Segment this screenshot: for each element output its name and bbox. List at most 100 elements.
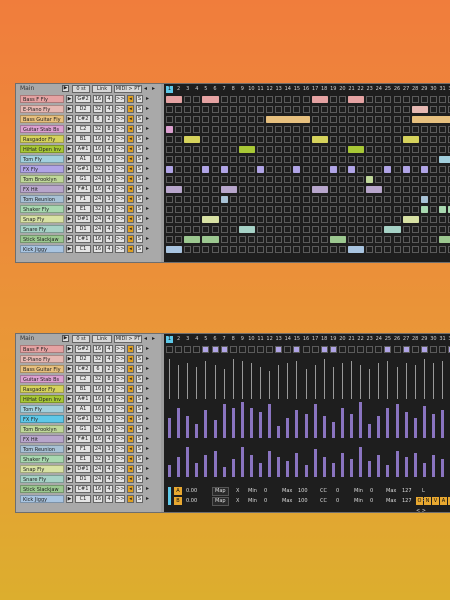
step-cell[interactable] bbox=[384, 156, 392, 163]
step-cell[interactable] bbox=[229, 96, 237, 103]
step-number[interactable]: 1 bbox=[166, 86, 173, 93]
step-cell[interactable] bbox=[175, 236, 183, 243]
step-cell[interactable] bbox=[293, 226, 301, 233]
step-cell[interactable] bbox=[293, 176, 301, 183]
step-cell[interactable] bbox=[429, 136, 437, 143]
step-cell[interactable] bbox=[238, 186, 246, 193]
step-cell[interactable] bbox=[184, 126, 192, 133]
row-arrow-icon[interactable]: ▸ bbox=[146, 485, 149, 493]
step-cell[interactable] bbox=[366, 346, 374, 353]
step-cell[interactable] bbox=[211, 176, 219, 183]
mode-field[interactable]: >> bbox=[115, 235, 125, 243]
step-cell[interactable] bbox=[411, 176, 419, 183]
min-value-2[interactable]: 0 bbox=[370, 487, 373, 496]
step-cell[interactable] bbox=[220, 146, 228, 153]
step-cell[interactable] bbox=[357, 176, 365, 183]
step-cell[interactable] bbox=[311, 206, 319, 213]
step-cell[interactable] bbox=[384, 236, 392, 243]
step-cell[interactable] bbox=[366, 246, 374, 253]
step-cell[interactable] bbox=[329, 206, 337, 213]
mode-field[interactable]: >> bbox=[115, 465, 125, 473]
note-block[interactable] bbox=[384, 166, 392, 173]
min-value-2[interactable]: 0 bbox=[370, 497, 373, 506]
mode-field[interactable]: >> bbox=[115, 395, 125, 403]
mode-field[interactable]: >> bbox=[115, 215, 125, 223]
probability-line[interactable] bbox=[278, 365, 280, 399]
note-field[interactable]: C#2 bbox=[75, 115, 91, 123]
note-block[interactable] bbox=[411, 116, 450, 123]
step-cell[interactable] bbox=[202, 156, 210, 163]
note-field[interactable]: A#1 bbox=[75, 145, 91, 153]
note-block[interactable] bbox=[257, 166, 265, 173]
step-cell[interactable] bbox=[193, 156, 201, 163]
step-cell[interactable] bbox=[229, 216, 237, 223]
velocity-bar-2[interactable] bbox=[413, 453, 417, 477]
step-cell[interactable] bbox=[275, 246, 283, 253]
step-cell[interactable] bbox=[402, 156, 410, 163]
velocity-bar-2[interactable] bbox=[177, 457, 181, 477]
step-cell[interactable] bbox=[411, 346, 419, 353]
step-cell[interactable] bbox=[375, 206, 383, 213]
step-cell[interactable] bbox=[257, 106, 264, 113]
row-arrow-icon[interactable]: ▸ bbox=[146, 175, 149, 183]
track-play-button[interactable]: ▶ bbox=[66, 175, 73, 183]
velocity-bar[interactable] bbox=[231, 408, 235, 438]
step-cell[interactable] bbox=[348, 126, 355, 133]
velocity-bar-2[interactable] bbox=[268, 451, 272, 477]
step-cell[interactable] bbox=[375, 196, 383, 203]
velocity-bar-2[interactable] bbox=[441, 459, 444, 477]
division-field[interactable]: 3 bbox=[105, 445, 113, 453]
velocity-bar-2[interactable] bbox=[231, 459, 235, 477]
step-cell[interactable] bbox=[293, 236, 301, 243]
division-field[interactable]: 3 bbox=[105, 205, 113, 213]
step-cell[interactable] bbox=[211, 196, 219, 203]
step-cell[interactable] bbox=[220, 156, 228, 163]
track-play-button[interactable]: ▶ bbox=[66, 385, 73, 393]
step-cell[interactable] bbox=[393, 246, 401, 253]
step-cell[interactable] bbox=[439, 146, 446, 153]
track-row[interactable]: FX Fly ▶ G#1 32 1 >> ◂ S ▸ bbox=[16, 414, 161, 424]
step-cell[interactable] bbox=[302, 106, 310, 113]
division-field[interactable]: 4 bbox=[105, 345, 113, 353]
track-row[interactable]: Tom Brooklyn ▶ G1 24 3 >> ◂ S ▸ bbox=[16, 424, 161, 434]
step-number[interactable]: 26 bbox=[394, 86, 401, 93]
solo-button[interactable]: S bbox=[136, 195, 143, 203]
step-cell[interactable] bbox=[266, 176, 274, 183]
step-number[interactable]: 10 bbox=[248, 86, 255, 93]
step-cell[interactable] bbox=[266, 166, 274, 173]
step-cell[interactable] bbox=[348, 216, 355, 223]
velocity-bar-2[interactable] bbox=[422, 463, 426, 477]
mute-button[interactable]: ◂ bbox=[127, 235, 134, 243]
step-cell[interactable] bbox=[384, 216, 392, 223]
division-field[interactable]: 4 bbox=[105, 355, 113, 363]
length-field[interactable]: 24 bbox=[93, 215, 103, 223]
probability-line[interactable] bbox=[378, 363, 380, 399]
step-cell[interactable] bbox=[229, 226, 237, 233]
step-cell[interactable] bbox=[193, 176, 201, 183]
step-cell[interactable] bbox=[266, 126, 274, 133]
step-number[interactable]: 31 bbox=[439, 86, 446, 93]
step-cell[interactable] bbox=[420, 236, 428, 243]
step-cell[interactable] bbox=[320, 166, 328, 173]
step-cell[interactable] bbox=[211, 156, 219, 163]
step-cell[interactable] bbox=[275, 126, 283, 133]
min-value[interactable]: 0 bbox=[264, 487, 267, 496]
step-cell[interactable] bbox=[393, 106, 401, 113]
step-cell[interactable] bbox=[257, 186, 264, 193]
note-field[interactable]: D2 bbox=[75, 355, 91, 363]
step-cell[interactable] bbox=[375, 246, 383, 253]
division-field[interactable]: 2 bbox=[105, 405, 113, 413]
track-name[interactable]: FX Fly bbox=[20, 165, 64, 173]
link-button[interactable]: Link bbox=[92, 335, 112, 343]
solo-button[interactable]: S bbox=[136, 385, 143, 393]
play-all-button[interactable]: ▶ bbox=[62, 335, 69, 342]
step-cell[interactable] bbox=[429, 106, 437, 113]
mode-field[interactable]: >> bbox=[115, 195, 125, 203]
row-arrow-icon[interactable]: ▸ bbox=[146, 455, 149, 463]
track-name[interactable]: FX Hit bbox=[20, 185, 64, 193]
mute-button[interactable]: ◂ bbox=[127, 365, 134, 373]
row-arrow-icon[interactable]: ▸ bbox=[146, 145, 149, 153]
step-cell[interactable] bbox=[393, 186, 401, 193]
step-cell[interactable] bbox=[211, 346, 219, 353]
division-field[interactable]: 2 bbox=[105, 365, 113, 373]
